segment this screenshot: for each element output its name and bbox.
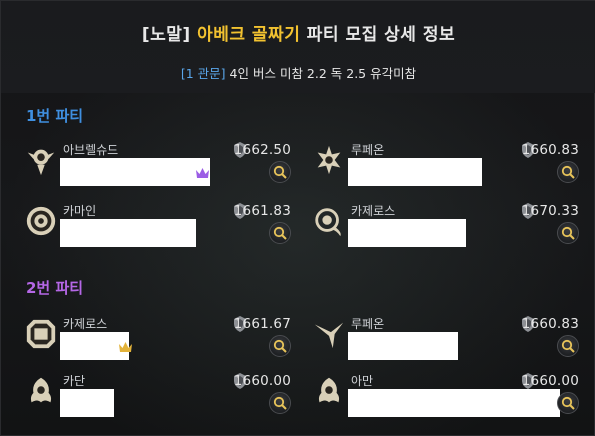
party-member-slot: 아만 1660.00 bbox=[311, 371, 579, 421]
character-search-button[interactable] bbox=[269, 222, 291, 244]
magnifier-icon bbox=[561, 165, 575, 179]
magnifier-icon bbox=[273, 396, 287, 410]
redacted-character-name bbox=[60, 219, 196, 247]
item-level-value: 1660.00 bbox=[521, 373, 579, 389]
raid-name: 아베크 골짜기 bbox=[197, 25, 301, 45]
magnifier-icon bbox=[273, 226, 287, 240]
redacted-character-name bbox=[60, 389, 114, 417]
recruit-description: [1 관문] 4인 버스 미참 2.2 독 2.5 유각미참 bbox=[1, 63, 595, 82]
arcana-emblem-icon bbox=[23, 203, 59, 239]
item-level-value: 1660.83 bbox=[521, 316, 579, 332]
gate-tag: [1 관문] bbox=[180, 66, 226, 81]
redacted-character-name bbox=[348, 332, 458, 360]
item-level-value: 1670.33 bbox=[521, 203, 579, 219]
character-class-name: 카제로스 bbox=[63, 317, 108, 331]
party-2-title: 2번 파티 bbox=[26, 279, 84, 297]
character-search-button[interactable] bbox=[557, 161, 579, 183]
party-detail-panel: [노말] 아베크 골짜기 파티 모집 상세 정보 [1 관문] 4인 버스 미참… bbox=[0, 0, 595, 436]
character-class-name: 아만 bbox=[351, 374, 374, 388]
redacted-character-name bbox=[348, 219, 466, 247]
character-class-name: 카단 bbox=[63, 374, 86, 388]
party-member-slot: 카단 1660.00 bbox=[23, 371, 291, 421]
character-class-name: 카제로스 bbox=[351, 204, 396, 218]
reaper-emblem-icon bbox=[311, 203, 347, 239]
magnifier-icon bbox=[561, 396, 575, 410]
character-search-button[interactable] bbox=[269, 161, 291, 183]
redacted-character-name bbox=[348, 158, 482, 186]
gunlancer-emblem-icon bbox=[23, 316, 59, 352]
character-search-button[interactable] bbox=[557, 392, 579, 414]
party-1-title: 1번 파티 bbox=[26, 107, 84, 125]
magnifier-icon bbox=[273, 339, 287, 353]
item-level-value: 1661.67 bbox=[233, 316, 291, 332]
fighter-emblem-icon bbox=[23, 373, 59, 409]
character-search-button[interactable] bbox=[269, 335, 291, 357]
item-level-value: 1660.83 bbox=[521, 142, 579, 158]
item-level-value: 1662.50 bbox=[233, 142, 291, 158]
party-member-slot: 카제로스 1670.33 bbox=[311, 201, 579, 251]
character-class-name: 아브렐슈드 bbox=[63, 143, 119, 157]
character-search-button[interactable] bbox=[557, 222, 579, 244]
bard-emblem-icon bbox=[23, 142, 59, 178]
character-class-name: 카마인 bbox=[63, 204, 97, 218]
magnifier-icon bbox=[561, 226, 575, 240]
fighter-emblem-icon bbox=[311, 373, 347, 409]
item-level-value: 1661.83 bbox=[233, 203, 291, 219]
page-title: [노말] 아베크 골짜기 파티 모집 상세 정보 bbox=[1, 20, 595, 45]
redacted-character-name bbox=[60, 158, 210, 186]
character-class-name: 루페온 bbox=[351, 143, 385, 157]
item-level-value: 1660.00 bbox=[233, 373, 291, 389]
character-search-button[interactable] bbox=[557, 335, 579, 357]
party-leader-crown-icon bbox=[118, 338, 133, 352]
party-member-slot: 루페온 1660.83 bbox=[311, 314, 579, 364]
berserker-emblem-icon bbox=[311, 316, 347, 352]
party-leader-crown-icon bbox=[195, 164, 210, 178]
character-class-name: 루페온 bbox=[351, 317, 385, 331]
recruit-text: 4인 버스 미참 2.2 독 2.5 유각미참 bbox=[229, 66, 417, 81]
party-member-slot: 루페온 1660.83 bbox=[311, 140, 579, 190]
party-member-slot: 아브렐슈드 1662.50 bbox=[23, 140, 291, 190]
redacted-character-name bbox=[348, 389, 560, 417]
party-member-slot: 카마인 1661.83 bbox=[23, 201, 291, 251]
holyknight-emblem-icon bbox=[311, 142, 347, 178]
party-member-slot: 카제로스 1661.67 bbox=[23, 314, 291, 364]
character-search-button[interactable] bbox=[269, 392, 291, 414]
magnifier-icon bbox=[273, 165, 287, 179]
title-suffix: 파티 모집 상세 정보 bbox=[306, 25, 456, 45]
difficulty-tag: [노말] bbox=[141, 25, 191, 45]
panel-header: [노말] 아베크 골짜기 파티 모집 상세 정보 [1 관문] 4인 버스 미참… bbox=[1, 1, 595, 93]
magnifier-icon bbox=[561, 339, 575, 353]
